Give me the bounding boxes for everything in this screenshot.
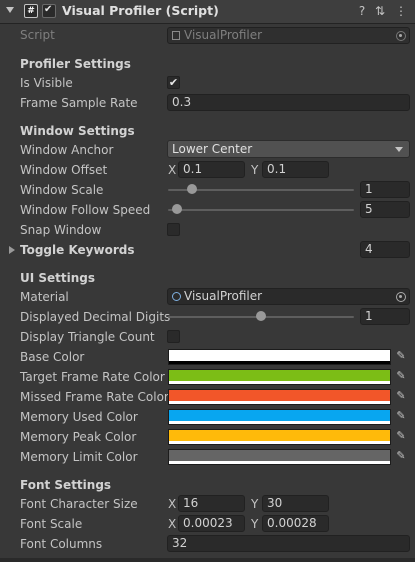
follow-speed-field[interactable]: 5	[360, 201, 410, 218]
window-anchor-label: Window Anchor	[20, 143, 114, 157]
color-swatch[interactable]	[168, 369, 391, 385]
eyedropper-icon[interactable]: ✎	[395, 450, 407, 462]
component-header[interactable]: # ✔ Visual Profiler (Script) ? ⇅ ⋮	[0, 0, 415, 24]
eyedropper-icon[interactable]: ✎	[395, 410, 407, 422]
decimal-digits-slider-thumb[interactable]	[256, 311, 266, 321]
object-picker-icon[interactable]	[396, 292, 406, 302]
context-menu-icon[interactable]: ⋮	[394, 4, 408, 18]
color-label: Missed Frame Rate Color	[20, 390, 169, 404]
decimal-digits-field[interactable]: 1	[360, 308, 410, 325]
object-picker-icon[interactable]	[396, 31, 406, 41]
window-offset-y-field[interactable]: 0.1	[262, 161, 329, 178]
window-follow-speed-label: Window Follow Speed	[20, 203, 151, 217]
font-scale-x-field[interactable]: 0.00023	[178, 515, 245, 532]
toggle-keywords-foldout-icon[interactable]	[9, 246, 15, 254]
offset-y-label: Y	[251, 163, 259, 177]
alpha-bar	[169, 461, 390, 464]
collapse-triangle-icon[interactable]	[6, 7, 14, 13]
chevron-down-icon	[395, 147, 403, 152]
material-label: Material	[20, 290, 69, 304]
toggle-keywords-label[interactable]: Toggle Keywords	[20, 243, 134, 257]
color-swatch[interactable]	[168, 429, 391, 445]
window-anchor-value: Lower Center	[172, 142, 253, 156]
follow-speed-slider-track[interactable]	[168, 209, 354, 211]
font-scale-label: Font Scale	[20, 517, 83, 531]
frame-sample-rate-field[interactable]: 0.3	[167, 94, 410, 111]
eyedropper-icon[interactable]: ✎	[395, 390, 407, 402]
window-scale-field[interactable]: 1	[360, 181, 410, 198]
component-title: Visual Profiler (Script)	[62, 3, 219, 18]
color-label: Base Color	[20, 350, 85, 364]
color-label: Memory Used Color	[20, 410, 138, 424]
script-field-value: VisualProfiler	[184, 28, 263, 42]
eyedropper-icon[interactable]: ✎	[395, 350, 407, 362]
window-offset-x-field[interactable]: 0.1	[178, 161, 245, 178]
frame-sample-rate-label: Frame Sample Rate	[20, 96, 138, 110]
follow-speed-slider-thumb[interactable]	[172, 204, 183, 214]
inspector-bottom-edge	[0, 558, 415, 562]
color-swatch[interactable]	[168, 349, 391, 365]
alpha-bar	[169, 441, 390, 444]
script-file-icon	[172, 31, 180, 40]
font-character-size-label: Font Character Size	[20, 497, 138, 511]
help-icon[interactable]: ?	[355, 4, 369, 18]
window-anchor-dropdown[interactable]: Lower Center	[167, 140, 410, 158]
font-columns-label: Font Columns	[20, 537, 103, 551]
is-visible-checkbox[interactable]: ✔	[167, 76, 180, 89]
display-triangle-count-checkbox[interactable]	[167, 330, 180, 343]
preset-settings-icon[interactable]: ⇅	[373, 4, 387, 18]
alpha-bar	[169, 421, 390, 424]
color-label: Memory Limit Color	[20, 450, 138, 464]
font-scale-y-label: Y	[251, 517, 259, 531]
window-offset-label: Window Offset	[20, 163, 108, 177]
font-char-size-y-field[interactable]: 30	[262, 495, 329, 512]
font-char-size-x-field[interactable]: 16	[178, 495, 245, 512]
snap-window-checkbox[interactable]	[167, 223, 180, 236]
material-icon	[172, 292, 181, 301]
checkmark-icon: ✔	[44, 4, 53, 15]
color-label: Memory Peak Color	[20, 430, 137, 444]
script-field[interactable]: VisualProfiler	[167, 27, 410, 44]
script-icon: #	[24, 4, 38, 18]
window-scale-label: Window Scale	[20, 183, 104, 197]
alpha-bar	[169, 361, 390, 364]
component-enabled-checkbox[interactable]: ✔	[42, 4, 56, 18]
font-scale-x-label: X	[168, 517, 177, 531]
color-swatch[interactable]	[168, 389, 391, 405]
eyedropper-icon[interactable]: ✎	[395, 430, 407, 442]
offset-x-label: X	[168, 163, 177, 177]
font-settings-heading: Font Settings	[20, 478, 112, 492]
is-visible-label: Is Visible	[20, 76, 73, 90]
font-columns-field[interactable]: 32	[167, 535, 410, 552]
window-scale-slider-thumb[interactable]	[187, 184, 198, 194]
ui-settings-heading: UI Settings	[20, 271, 96, 285]
font-scale-y-field[interactable]: 0.00028	[262, 515, 329, 532]
char-size-x-label: X	[168, 497, 177, 511]
displayed-decimal-digits-label: Displayed Decimal Digits	[20, 310, 171, 324]
color-swatch[interactable]	[168, 409, 391, 425]
alpha-bar	[169, 401, 390, 404]
material-field-value: VisualProfiler	[184, 289, 263, 303]
window-settings-heading: Window Settings	[20, 124, 135, 138]
script-label: Script	[20, 28, 55, 42]
material-field[interactable]: VisualProfiler	[167, 288, 410, 305]
char-size-y-label: Y	[251, 497, 259, 511]
toggle-keywords-count-field[interactable]: 4	[360, 241, 410, 258]
snap-window-label: Snap Window	[20, 223, 102, 237]
profiler-settings-heading: Profiler Settings	[20, 57, 131, 71]
alpha-bar	[169, 381, 390, 384]
color-label: Target Frame Rate Color	[20, 370, 165, 384]
eyedropper-icon[interactable]: ✎	[395, 370, 407, 382]
color-swatch[interactable]	[168, 449, 391, 465]
display-triangle-count-label: Display Triangle Count	[20, 330, 155, 344]
